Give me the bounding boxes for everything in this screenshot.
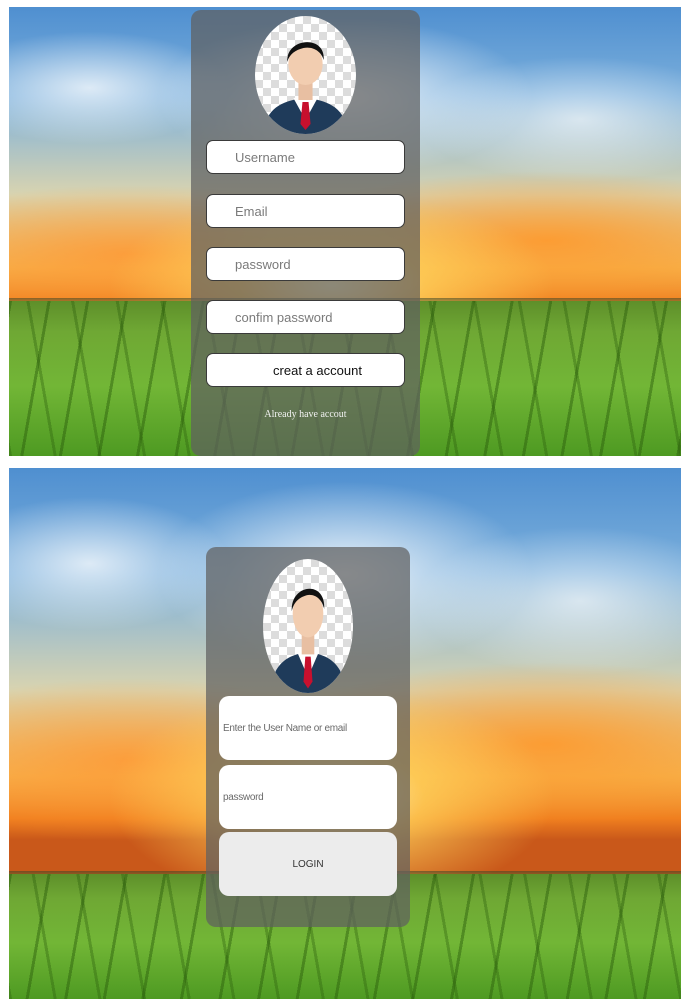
email-input[interactable]: Email xyxy=(206,194,405,228)
signup-panel: Username Email password confim password … xyxy=(191,10,420,456)
login-button[interactable]: LOGIN xyxy=(219,832,397,896)
confirm-password-placeholder: confim password xyxy=(235,309,333,325)
username-placeholder: Username xyxy=(235,149,295,165)
login-button-label: LOGIN xyxy=(292,858,324,870)
user-avatar-icon xyxy=(255,16,356,134)
user-avatar-icon xyxy=(263,559,353,693)
password-input[interactable]: password xyxy=(206,247,405,281)
create-account-button[interactable]: creat a account xyxy=(206,353,405,387)
create-account-label: creat a account xyxy=(273,362,362,378)
login-password-input[interactable]: password xyxy=(219,765,397,829)
username-input[interactable]: Username xyxy=(206,140,405,174)
already-have-account-link[interactable]: Already have accout xyxy=(191,409,420,420)
username-or-email-input[interactable]: Enter the User Name or email xyxy=(219,696,397,760)
confirm-password-input[interactable]: confim password xyxy=(206,300,405,334)
login-password-placeholder: password xyxy=(223,791,264,803)
username-or-email-placeholder: Enter the User Name or email xyxy=(223,722,347,734)
email-placeholder: Email xyxy=(235,203,268,219)
password-placeholder: password xyxy=(235,256,291,272)
login-panel: Enter the User Name or email password LO… xyxy=(206,547,410,927)
login-screen: Enter the User Name or email password LO… xyxy=(9,468,681,999)
signup-screen: Username Email password confim password … xyxy=(9,7,681,456)
